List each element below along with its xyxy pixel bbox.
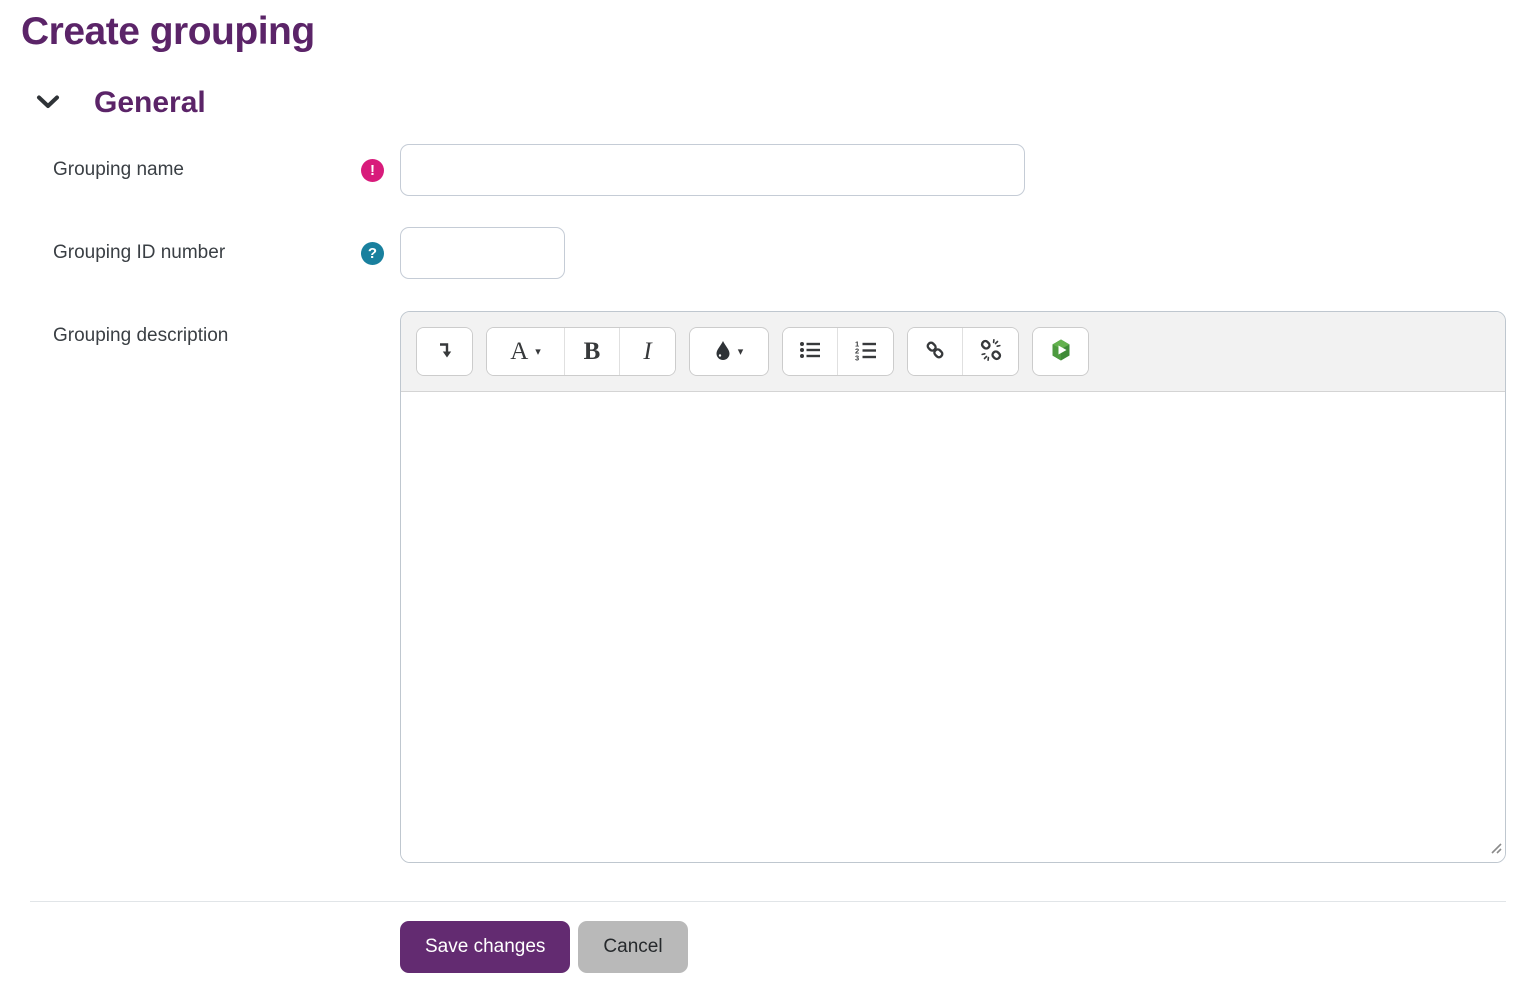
grouping-name-row: Grouping name !: [21, 144, 1506, 196]
toolbar-group-links: [907, 327, 1019, 376]
required-icon: !: [361, 159, 384, 182]
italic-icon: I: [643, 338, 651, 366]
caret-down-icon: ▾: [535, 345, 541, 358]
editor-toolbar: A▾ B I: [401, 312, 1505, 392]
media-button[interactable]: [1033, 328, 1088, 375]
general-section-header: General: [21, 86, 1506, 120]
grouping-id-input[interactable]: [400, 227, 565, 279]
form-actions: Save changes Cancel: [21, 921, 1506, 973]
unordered-list-icon: [798, 339, 822, 364]
caret-down-icon: ▾: [738, 345, 744, 358]
font-color-droplet-icon: [715, 340, 731, 364]
chevron-down-icon: [36, 94, 60, 113]
grouping-description-textarea[interactable]: [401, 392, 1505, 862]
link-button[interactable]: [908, 328, 963, 375]
unordered-list-button[interactable]: [783, 328, 838, 375]
resize-handle[interactable]: [1488, 839, 1502, 859]
rich-text-editor: A▾ B I: [400, 311, 1506, 863]
section-title-general: General: [94, 86, 206, 120]
cancel-button[interactable]: Cancel: [578, 921, 687, 973]
save-changes-button[interactable]: Save changes: [400, 921, 570, 973]
toolbar-group-text: A▾ B I: [486, 327, 676, 376]
grouping-id-label: Grouping ID number: [53, 242, 225, 264]
font-color-button[interactable]: ▾: [690, 328, 768, 375]
grouping-description-label: Grouping description: [53, 325, 228, 347]
grouping-id-control: [400, 227, 1506, 279]
grouping-name-label-cell: Grouping name !: [21, 144, 400, 196]
grouping-description-control: A▾ B I: [400, 311, 1506, 863]
footer-divider: [30, 901, 1506, 902]
toolbar-group-lists: 1 2 3: [782, 327, 894, 376]
font-styles-icon: A: [510, 338, 528, 366]
bold-icon: B: [584, 338, 601, 366]
font-styles-button[interactable]: A▾: [487, 328, 565, 375]
ordered-list-button[interactable]: 1 2 3: [838, 328, 893, 375]
toolbar-group-color: ▾: [689, 327, 769, 376]
toolbar-group-collapse: [416, 327, 473, 376]
grouping-id-label-cell: Grouping ID number ?: [21, 227, 400, 279]
expand-toolbar-button[interactable]: [417, 328, 472, 375]
section-collapse-toggle[interactable]: [34, 92, 62, 114]
italic-button[interactable]: I: [620, 328, 675, 375]
toolbar-group-media: [1032, 327, 1089, 376]
svg-text:3: 3: [855, 354, 859, 362]
grouping-name-input[interactable]: [400, 144, 1025, 196]
link-icon: [923, 338, 947, 365]
ordered-list-icon: 1 2 3: [854, 339, 878, 364]
expand-toolbar-icon: [434, 339, 456, 364]
insert-media-icon: [1048, 337, 1074, 366]
grouping-name-control: [400, 144, 1506, 196]
page-title: Create grouping: [21, 10, 1506, 54]
help-icon[interactable]: ?: [361, 242, 384, 265]
grouping-name-label: Grouping name: [53, 159, 184, 181]
grouping-id-row: Grouping ID number ?: [21, 227, 1506, 279]
bold-button[interactable]: B: [565, 328, 620, 375]
unlink-button[interactable]: [963, 328, 1018, 375]
unlink-icon: [979, 338, 1003, 365]
create-grouping-page: Create grouping General Grouping name ! …: [0, 0, 1536, 993]
grouping-description-row: Grouping description: [21, 311, 1506, 863]
grouping-description-label-cell: Grouping description: [21, 311, 400, 863]
